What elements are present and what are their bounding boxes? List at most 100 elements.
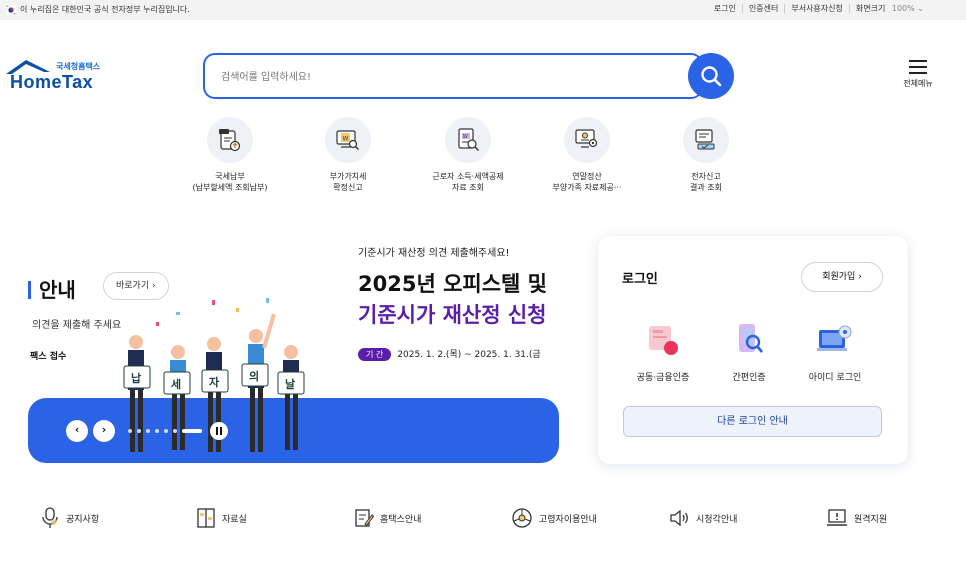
quick-item-label: 근로자 소득·세액공제 자료 조회 bbox=[432, 172, 504, 192]
quick-item-label: 연말정산 부양가족 자료제공··· bbox=[552, 172, 622, 192]
zoom-control[interactable]: 화면크기 100% ⌄ bbox=[848, 4, 930, 14]
bottom-link-guide[interactable]: 홈택스안내 bbox=[354, 506, 421, 530]
zoom-label: 화면크기 bbox=[855, 4, 886, 13]
login-option-label: 공동·금융인증 bbox=[636, 373, 690, 383]
banner-headline-line2: 기준시가 재산정 신청 bbox=[358, 303, 547, 327]
chevron-down-icon: ⌄ bbox=[917, 4, 924, 13]
svg-text:W: W bbox=[463, 134, 468, 140]
quick-item-label: 국세납부 (납부할세액 조회납부) bbox=[192, 172, 268, 192]
year-end-icon bbox=[564, 117, 610, 163]
carousel-dot[interactable] bbox=[137, 429, 141, 433]
banner-prev-title: 안내 bbox=[28, 274, 76, 303]
quick-menu: 국세납부 (납부할세액 조회납부) W 부가가치세 확정신고 W 근로자 소득·… bbox=[170, 117, 770, 197]
bottom-link-label: 자료실 bbox=[222, 514, 247, 525]
login-panel: 로그인 회원가입 › 공동·금융인증 간편인증 아이디 로그인 다른 로그인 안… bbox=[598, 236, 908, 464]
carousel-next-button[interactable]: › bbox=[93, 420, 115, 442]
carousel-dot[interactable] bbox=[173, 429, 177, 433]
bottom-link-senior[interactable]: 고령자이용안내 bbox=[511, 506, 597, 530]
period-text: 2025. 1. 2.(목) ~ 2025. 1. 31.(금 bbox=[397, 350, 541, 360]
login-option-simple[interactable]: 간편인증 bbox=[706, 322, 792, 383]
certificate-icon bbox=[643, 322, 683, 358]
quick-item-label: 부가가치세 확정신고 bbox=[329, 172, 367, 192]
vat-report-icon: W bbox=[325, 117, 371, 163]
bottom-link-label: 고령자이용안내 bbox=[539, 514, 597, 525]
bottom-link-label: 공지사항 bbox=[66, 514, 100, 525]
bottom-link-label: 홈택스안내 bbox=[380, 514, 422, 525]
logo-subtitle: 국세청홈택스 bbox=[56, 62, 101, 71]
carousel-dot-active[interactable] bbox=[182, 429, 202, 433]
svg-text:날: 날 bbox=[285, 377, 295, 391]
util-link-dept-user[interactable]: 부서사용자신청 bbox=[784, 4, 849, 14]
svg-text:세: 세 bbox=[171, 377, 181, 391]
quick-item-vat[interactable]: W 부가가치세 확정신고 bbox=[288, 117, 408, 193]
search-box bbox=[203, 53, 703, 99]
search-icon bbox=[701, 66, 722, 87]
svg-text:의: 의 bbox=[249, 369, 259, 383]
deduction-search-icon: W bbox=[445, 117, 491, 163]
carousel-prev-button[interactable]: ‹ bbox=[66, 420, 88, 442]
archive-icon bbox=[197, 508, 215, 528]
e-filing-result-icon bbox=[683, 117, 729, 163]
carousel-dot[interactable] bbox=[164, 429, 168, 433]
bottom-link-notice[interactable]: 공지사항 bbox=[40, 506, 99, 530]
tax-payment-icon bbox=[207, 117, 253, 163]
id-login-icon bbox=[815, 322, 855, 358]
login-option-label: 간편인증 bbox=[732, 373, 766, 383]
carousel-dot[interactable] bbox=[146, 429, 150, 433]
bottom-link-archive[interactable]: 자료실 bbox=[196, 506, 247, 530]
login-option-label: 아이디 로그인 bbox=[808, 373, 862, 383]
banner-prev-sub: 팩스 접수 bbox=[30, 352, 67, 362]
search-button[interactable] bbox=[688, 53, 734, 99]
period-tag: 기 간 bbox=[358, 348, 392, 361]
util-link-cert-center[interactable]: 인증센터 bbox=[741, 4, 784, 14]
bottom-quick-links: 공지사항 자료실 홈택스안내 고령자이용안내 시청각안내 원격지원 bbox=[0, 502, 966, 534]
senior-icon bbox=[512, 508, 532, 528]
svg-text:W: W bbox=[343, 136, 349, 143]
svg-text:자: 자 bbox=[209, 375, 220, 389]
all-menu-button[interactable]: 전체메뉴 bbox=[896, 58, 940, 94]
quick-item-year-end[interactable]: 연말정산 부양가족 자료제공··· bbox=[527, 117, 647, 193]
simple-auth-icon bbox=[729, 322, 769, 358]
bottom-link-audio-visual[interactable]: 시청각안내 bbox=[668, 506, 737, 530]
utility-links: 로그인 인증센터 부서사용자신청 화면크기 100% ⌄ bbox=[708, 4, 930, 14]
carousel-pause-button[interactable] bbox=[210, 422, 228, 440]
zoom-value: 100% bbox=[891, 4, 915, 13]
logo-title: HomeTax bbox=[10, 72, 94, 92]
banner-prev-desc: 의견을 제출해 주세요 bbox=[32, 320, 122, 331]
svg-text:납: 납 bbox=[131, 371, 141, 385]
login-title: 로그인 bbox=[622, 272, 658, 287]
login-option-certificate[interactable]: 공동·금융인증 bbox=[620, 322, 706, 383]
quick-item-label: 전자신고 결과 조회 bbox=[690, 172, 722, 192]
quick-item-deduction[interactable]: W 근로자 소득·세액공제 자료 조회 bbox=[408, 117, 528, 193]
other-login-button[interactable]: 다른 로그인 안내 bbox=[623, 406, 882, 437]
audio-visual-icon bbox=[670, 509, 688, 527]
gov-banner: 이 누리집은 대한민국 공식 전자정부 누리집입니다. 로그인 인증센터 부서사… bbox=[0, 0, 966, 20]
search-input[interactable] bbox=[221, 67, 661, 87]
taegukgi-flag-icon bbox=[6, 5, 16, 15]
chevron-right-icon: › bbox=[858, 272, 862, 282]
bottom-link-label: 원격지원 bbox=[854, 514, 888, 525]
carousel-dot[interactable] bbox=[155, 429, 159, 433]
microphone-icon bbox=[42, 507, 58, 528]
main-banner-carousel: 안내 바로가기 › 의견을 제출해 주세요 팩스 접수 납 세 자 의 날 기준… bbox=[28, 232, 559, 464]
banner-headline-line1: 2025년 오피스텔 및 bbox=[358, 272, 547, 296]
hamburger-icon bbox=[909, 60, 927, 74]
all-menu-label: 전체메뉴 bbox=[903, 79, 933, 88]
banner-subtitle: 기준시가 재산정 의견 제출해주세요! bbox=[358, 248, 510, 259]
banner-period: 기 간 2025. 1. 2.(목) ~ 2025. 1. 31.(금 bbox=[358, 347, 541, 361]
chevron-left-icon: ‹ bbox=[74, 423, 80, 436]
login-option-id[interactable]: 아이디 로그인 bbox=[792, 322, 878, 383]
signup-button[interactable]: 회원가입 › bbox=[801, 262, 883, 292]
gov-notice-text: 이 누리집은 대한민국 공식 전자정부 누리집입니다. bbox=[20, 5, 190, 14]
guide-icon bbox=[355, 509, 374, 527]
bottom-link-label: 시청각안내 bbox=[696, 514, 738, 525]
chevron-right-icon: › bbox=[101, 423, 107, 436]
bottom-link-remote[interactable]: 원격지원 bbox=[826, 506, 887, 530]
quick-item-e-filing[interactable]: 전자신고 결과 조회 bbox=[646, 117, 766, 193]
chevron-right-icon: › bbox=[152, 281, 156, 291]
util-link-login[interactable]: 로그인 bbox=[708, 4, 742, 14]
carousel-indicators bbox=[128, 429, 207, 433]
carousel-dot[interactable] bbox=[128, 429, 132, 433]
hometax-logo[interactable]: 국세청홈택스 HomeTax bbox=[4, 58, 108, 94]
quick-item-tax-payment[interactable]: 국세납부 (납부할세액 조회납부) bbox=[170, 117, 290, 193]
